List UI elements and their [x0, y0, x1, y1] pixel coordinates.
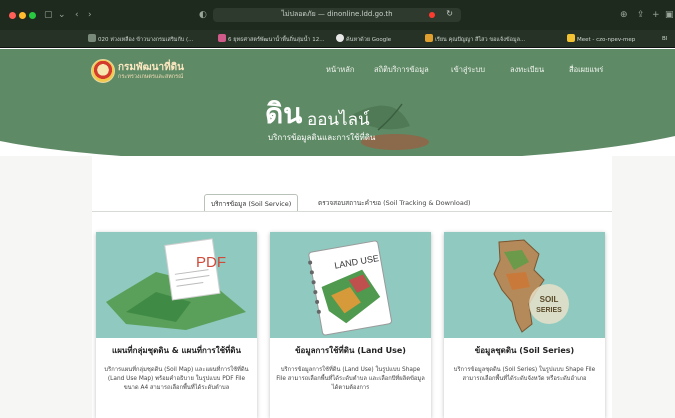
hero-title-main: ดิน	[265, 97, 303, 130]
shield-icon[interactable]: ◐	[199, 9, 207, 21]
download-icon[interactable]: ⊕	[620, 9, 628, 21]
tab-divider	[92, 211, 612, 212]
meet-icon	[567, 34, 575, 42]
share-icon[interactable]: ⇪	[637, 9, 645, 21]
nav-register[interactable]: ลงทะเบียน	[510, 64, 544, 76]
nav-statistics[interactable]: สถิติบริการข้อมูล	[374, 64, 429, 76]
address-bar[interactable]: ไม่ปลอดภัย — dinonline.ldd.go.th ↻	[213, 8, 461, 22]
card-title: แผนที่กลุ่มชุดดิน & แผนที่การใช้ที่ดิน	[112, 346, 241, 355]
card-description: บริการแผนที่กลุ่มชุดดิน (Soil Map) และแผ…	[104, 367, 249, 391]
card-description: บริการข้อมูลชุดดิน (Soil Series) ในรูปแบ…	[453, 367, 596, 382]
bookmark-item[interactable]: 6 ยุทธศาสตร์พัฒนาน้ำพื้นถิ่นลุ่มน้ำ 12..…	[218, 34, 325, 44]
hero-subtitle: บริการข้อมูลดินและการใช้ที่ดิน	[268, 133, 376, 142]
soil-series-illustration: SOIL SERIES	[444, 232, 605, 338]
bookmarks-bar: 020 ห่วงเหลือง ข้าวนางกรมเสริมกับ (... 6…	[0, 30, 675, 74]
soil-badge-shape	[529, 284, 569, 324]
maximize-window-button[interactable]	[29, 12, 36, 19]
bookmark-icon	[88, 34, 96, 42]
hero-title-rest: ออนไลน์	[307, 110, 370, 130]
card-image: SOIL SERIES	[444, 232, 605, 338]
nav-login[interactable]: เข้าสู่ระบบ	[451, 64, 485, 76]
back-icon[interactable]: ‹	[75, 9, 79, 21]
card-image: LAND USE	[270, 232, 431, 338]
recording-icon	[429, 12, 435, 18]
card-title: ข้อมูลการใช้ที่ดิน (Land Use)	[295, 346, 406, 355]
url-text: ไม่ปลอดภัย — dinonline.ldd.go.th	[281, 10, 393, 18]
bookmark-item[interactable]: 020 ห่วงเหลือง ข้าวนางกรมเสริมกับ (...	[88, 34, 193, 44]
reload-icon[interactable]: ↻	[446, 9, 453, 18]
bookmark-icon	[218, 34, 226, 42]
bookmark-icon	[425, 34, 433, 42]
soil-series-label: SOIL	[540, 295, 559, 304]
bookmark-item[interactable]: Bl	[662, 34, 667, 44]
logo-subtitle: กระทรวงเกษตรและสหกรณ์	[118, 74, 184, 80]
nav-home[interactable]: หน้าหลัก	[326, 64, 354, 76]
new-tab-icon[interactable]: +	[652, 9, 660, 21]
land-use-illustration: LAND USE	[270, 232, 431, 338]
forward-icon[interactable]: ›	[88, 9, 92, 21]
ldd-logo[interactable]	[91, 59, 115, 83]
tab-overview-icon[interactable]: ▣	[665, 9, 674, 21]
service-card-soil-map[interactable]: PDF แผนที่กลุ่มชุดดิน & แผนที่การใช้ที่ด…	[96, 232, 257, 418]
browser-titlebar: ▢ ⌄ ‹ › ◐ ไม่ปลอดภัย — dinonline.ldd.go.…	[0, 0, 675, 30]
pdf-label: PDF	[196, 254, 226, 271]
chevron-down-icon[interactable]: ⌄	[58, 9, 66, 21]
minimize-window-button[interactable]	[19, 12, 26, 19]
nav-media[interactable]: สื่อเผยแพร่	[569, 64, 603, 76]
soil-series-label-2: SERIES	[536, 307, 562, 314]
service-card-land-use[interactable]: LAND USE ข้อมูลการใช้ที่ดิน (Land Use) บ…	[270, 232, 431, 418]
pdf-map-illustration: PDF	[96, 232, 257, 338]
tab-soil-tracking[interactable]: ตรวจสอบสถานะคำขอ (Soil Tracking & Downlo…	[312, 194, 477, 212]
service-card-soil-series[interactable]: SOIL SERIES ข้อมูลชุดดิน (Soil Series) บ…	[444, 232, 605, 418]
bookmark-item[interactable]: เรียน คุณปัญญา สีไสว ขอแจ้งข้อมูล...	[425, 34, 525, 44]
close-window-button[interactable]	[9, 12, 16, 19]
google-icon	[336, 34, 344, 42]
card-title: ข้อมูลชุดดิน (Soil Series)	[474, 346, 575, 355]
bookmark-item[interactable]: ค้นหาด้วย Google	[336, 34, 391, 44]
card-image: PDF	[96, 232, 257, 338]
card-description: บริการข้อมูลการใช้ที่ดิน (Land Use) ในรู…	[276, 367, 425, 391]
tab-soil-service[interactable]: บริการข้อมูล (Soil Service)	[204, 194, 299, 212]
bookmark-item[interactable]: Meet - czo-npev-mep	[567, 34, 635, 44]
sidebar-icon[interactable]: ▢	[44, 9, 53, 21]
